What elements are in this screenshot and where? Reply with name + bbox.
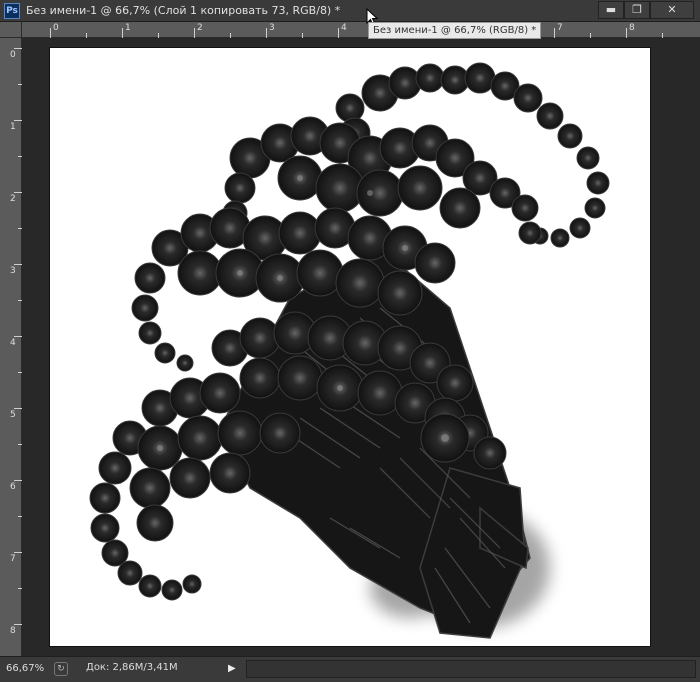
ruler-mark: 2 <box>10 194 16 204</box>
document-title-bar[interactable]: Ps Без имени-1 @ 66,7% (Слой 1 копироват… <box>0 0 700 22</box>
document-size-info: Док: 2,86M/3,41M <box>86 662 178 673</box>
ruler-mark: 3 <box>10 266 16 276</box>
tooltip: Без имени-1 @ 66,7% (RGB/8) * <box>368 22 542 39</box>
horizontal-scrollbar[interactable] <box>246 660 696 678</box>
workspace[interactable] <box>22 38 700 656</box>
ruler-mark: 3 <box>269 23 275 33</box>
ruler-mark: 4 <box>341 23 347 33</box>
ruler-mark: 7 <box>10 554 16 564</box>
document-canvas[interactable] <box>50 48 650 646</box>
document-title: Без имени-1 @ 66,7% (Слой 1 копировать 7… <box>26 4 341 17</box>
ruler-mark: 4 <box>10 338 16 348</box>
ruler-mark: 8 <box>10 626 16 636</box>
zoom-level-field[interactable]: 66,67% <box>6 661 50 677</box>
vertical-ruler[interactable]: 0 1 2 3 4 5 6 7 8 <box>0 38 22 656</box>
ruler-mark: 0 <box>10 50 16 60</box>
status-menu-arrow-icon[interactable]: ▶ <box>228 662 240 676</box>
ruler-mark: 2 <box>197 23 203 33</box>
fractal-artwork <box>89 62 610 639</box>
ruler-mark: 1 <box>10 122 16 132</box>
ruler-origin[interactable] <box>0 22 22 38</box>
photoshop-logo-icon: Ps <box>4 3 20 19</box>
ruler-mark: 1 <box>125 23 131 33</box>
ruler-mark: 0 <box>53 23 59 33</box>
horizontal-ruler-ticks <box>50 28 663 38</box>
minimize-button[interactable]: ▬ <box>598 1 624 19</box>
horizontal-ruler[interactable]: 0 1 2 3 4 5 6 7 8 <box>22 22 700 38</box>
status-options-icon[interactable]: ↻ <box>54 662 68 676</box>
ruler-mark: 8 <box>629 23 635 33</box>
ruler-mark: 6 <box>10 482 16 492</box>
ruler-mark: 7 <box>557 23 563 33</box>
ruler-mark: 5 <box>10 410 16 420</box>
close-button[interactable]: ✕ <box>650 1 694 19</box>
maximize-button[interactable]: ❐ <box>624 1 650 19</box>
status-bar: 66,67% ↻ Док: 2,86M/3,41M ▶ <box>0 656 700 682</box>
